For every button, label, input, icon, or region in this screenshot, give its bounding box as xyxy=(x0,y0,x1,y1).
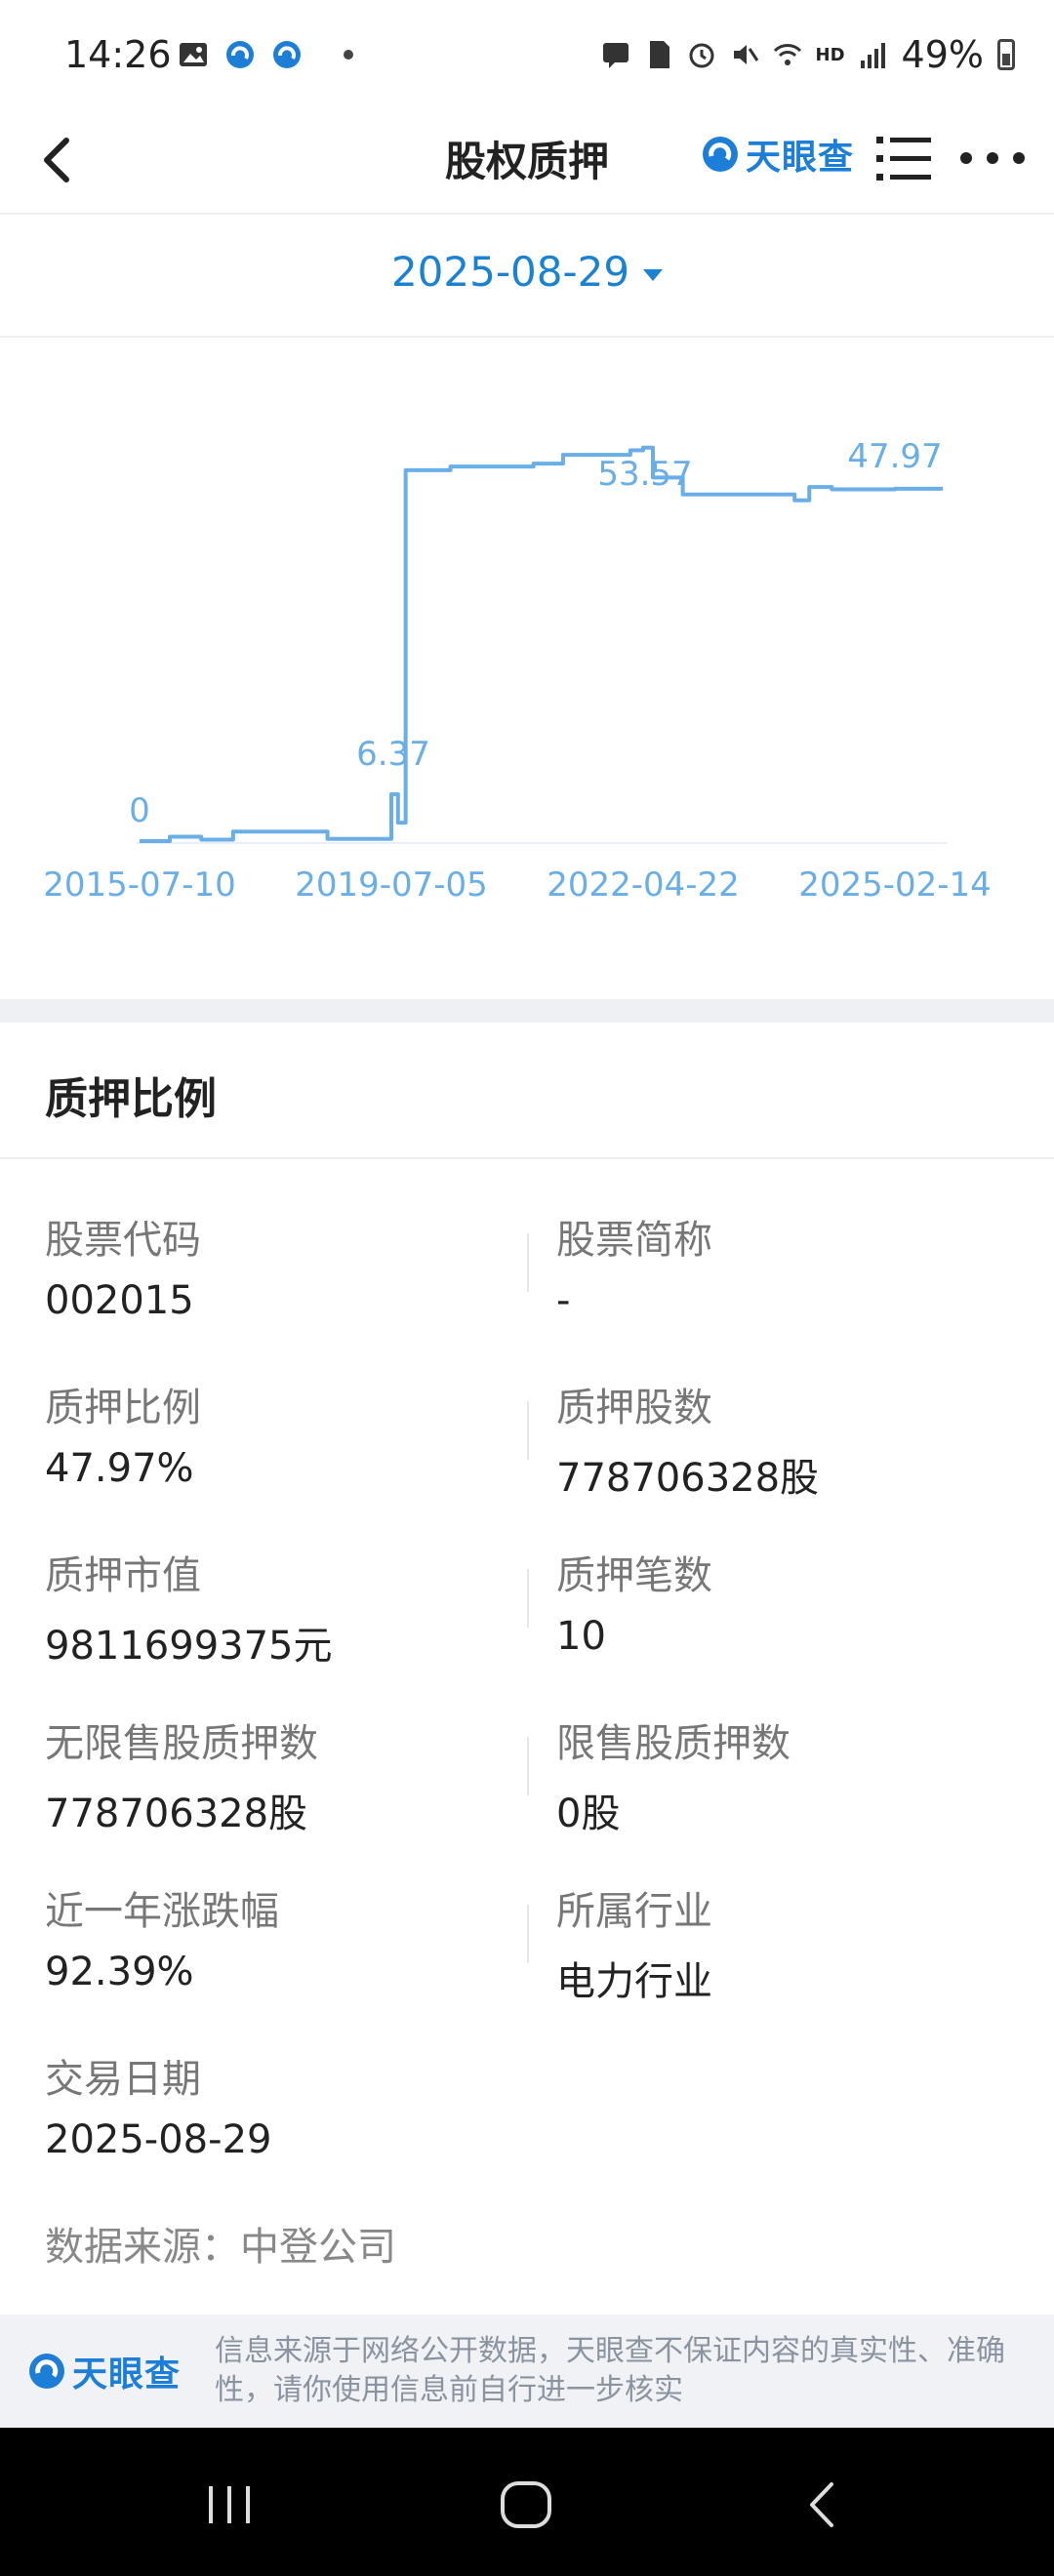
data-label: 53.57 xyxy=(597,455,692,494)
field-label: 质押市值 xyxy=(45,1553,201,1598)
detail-row: 近一年涨跌幅 92.39% 所属行业电力行业 xyxy=(0,1832,1054,2004)
data-label: 47.97 xyxy=(847,437,942,476)
recent-apps-icon[interactable] xyxy=(195,2471,264,2539)
field-value: - xyxy=(556,1278,571,1323)
image-icon xyxy=(180,43,207,66)
caret-down-icon xyxy=(643,268,664,281)
field-value: 10 xyxy=(556,1614,606,1659)
column-divider xyxy=(527,1737,529,1795)
field-value: 778706328股 xyxy=(556,1456,820,1501)
data-source-text: 数据来源：中登公司 xyxy=(45,2225,396,2270)
field-label: 股票简称 xyxy=(556,1218,712,1263)
hd-label: HD xyxy=(815,44,845,65)
field-value: 2025-08-29 xyxy=(45,2117,272,2162)
field-label: 近一年涨跌幅 xyxy=(45,1889,279,1934)
field-label: 交易日期 xyxy=(45,2057,201,2102)
mute-icon xyxy=(733,45,758,64)
field-value: 电力行业 xyxy=(556,1959,712,2004)
more-options-icon[interactable] xyxy=(958,146,1027,170)
field-value: 002015 xyxy=(45,1278,194,1323)
status-bar: 14:26 HD 49% xyxy=(0,0,1054,107)
back-icon[interactable] xyxy=(789,2471,857,2539)
x-tick-label: 2025-02-14 xyxy=(798,865,992,905)
footer-brand: 天眼查 xyxy=(27,2346,181,2396)
section-header: 质押比例 xyxy=(0,1023,1054,1159)
wifi-icon xyxy=(773,44,801,65)
field-label: 无限售股质押数 xyxy=(45,1721,318,1766)
home-icon[interactable] xyxy=(492,2471,560,2539)
data-label: 6.37 xyxy=(356,735,430,774)
column-divider xyxy=(527,1401,529,1460)
system-nav-bar xyxy=(0,2428,1054,2576)
detail-row: 质押比例 47.97% 质押股数 778706328股 xyxy=(0,1329,1054,1501)
section-title: 质押比例 xyxy=(45,1074,217,1124)
message-icon xyxy=(602,43,628,68)
field-label: 所属行业 xyxy=(556,1889,712,1934)
more-notifications-dot xyxy=(344,50,353,60)
date-dropdown[interactable]: 2025-08-29 xyxy=(0,248,1054,296)
field-label: 质押笔数 xyxy=(556,1553,712,1598)
x-tick-label: 2019-07-05 xyxy=(295,865,488,905)
status-right: HD 49% xyxy=(601,33,1015,76)
alarm-icon xyxy=(689,43,714,68)
sim-icon xyxy=(649,41,669,68)
detail-grid: 股票代码 002015 股票简称 - 质押比例 47.97% 质押股数 77870632… xyxy=(0,1161,1054,2168)
status-time: 14:26 xyxy=(64,33,172,76)
field-label: 股票代码 xyxy=(45,1218,201,1263)
column-divider xyxy=(527,1233,529,1292)
list-menu-icon[interactable] xyxy=(876,133,931,185)
detail-row: 无限售股质押数 778706328股 限售股质押数 0股 xyxy=(0,1665,1054,1836)
field-label: 质押比例 xyxy=(45,1386,201,1430)
tianyancha-logo-icon xyxy=(29,2354,64,2389)
tianyancha-notify-icon xyxy=(226,41,254,68)
x-tick-label: 2022-04-22 xyxy=(547,865,740,905)
footer-brand-name: 天眼查 xyxy=(72,2355,182,2395)
notification-icons xyxy=(178,39,353,70)
disclaimer-text: 信息来源于网络公开数据，天眼查不保证内容的真实性、准确性，请你使用信息前自行进一… xyxy=(215,2334,1005,2407)
field-label: 限售股质押数 xyxy=(556,1721,790,1766)
field-value: 9811699375元 xyxy=(45,1624,333,1669)
field-value: 0股 xyxy=(556,1791,621,1836)
disclaimer-footer: 天眼查 信息来源于网络公开数据，天眼查不保证内容的真实性、准确性，请你使用信息前… xyxy=(0,2314,1054,2428)
detail-row: 股票代码 002015 股票简称 - xyxy=(0,1161,1054,1329)
field-value: 778706328股 xyxy=(45,1791,308,1836)
pledge-ratio-line xyxy=(140,445,944,843)
battery-percent: 49% xyxy=(901,33,984,76)
battery-icon xyxy=(997,39,1015,70)
date-filter-bar: 2025-08-29 xyxy=(0,215,1054,338)
field-label: 质押股数 xyxy=(556,1386,712,1430)
line-chart: 2015-07-10 2019-07-05 2022-04-22 2025-02-14… xyxy=(43,437,992,905)
column-divider xyxy=(527,1905,529,1963)
pledge-ratio-chart: 2015-07-10 2019-07-05 2022-04-22 2025-02-14… xyxy=(0,338,1054,999)
top-nav: 股权质押 天眼查 xyxy=(0,107,1054,215)
tianyancha-notify-icon-2 xyxy=(273,41,301,68)
brand-logo: 天眼查 xyxy=(701,129,854,180)
brand-name: 天眼查 xyxy=(746,138,855,178)
tianyancha-logo-icon xyxy=(703,137,738,172)
section-divider xyxy=(0,999,1054,1023)
detail-row: 交易日期 2025-08-29 xyxy=(0,2000,1054,2168)
date-value: 2025-08-29 xyxy=(390,248,630,296)
x-tick-label: 2015-07-10 xyxy=(43,865,236,905)
field-value: 92.39% xyxy=(45,1950,194,1994)
field-value: 47.97% xyxy=(45,1446,194,1491)
signal-icon xyxy=(860,43,885,68)
data-label: 0 xyxy=(129,791,150,830)
column-divider xyxy=(527,1569,529,1628)
detail-row: 质押市值 9811699375元 质押笔数 10 xyxy=(0,1497,1054,1669)
